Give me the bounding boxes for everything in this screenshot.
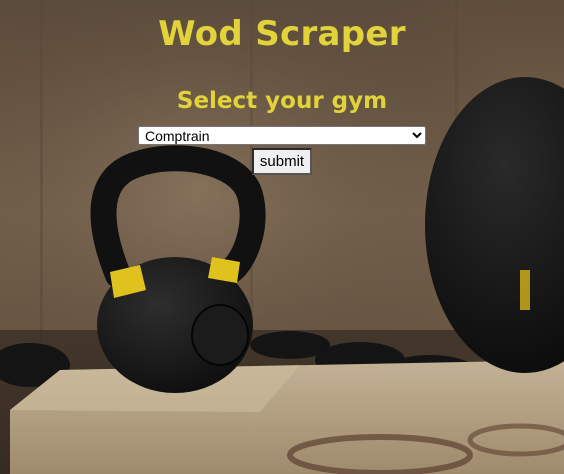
gym-select[interactable]: Comptrain — [138, 126, 426, 145]
gym-form: Comptrain submit — [0, 116, 564, 175]
main-content: Wod Scraper Select your gym Comptrain su… — [0, 0, 564, 175]
page-title: Wod Scraper — [158, 14, 406, 54]
submit-button[interactable]: submit — [251, 148, 313, 175]
page-subtitle: Select your gym — [176, 88, 388, 114]
